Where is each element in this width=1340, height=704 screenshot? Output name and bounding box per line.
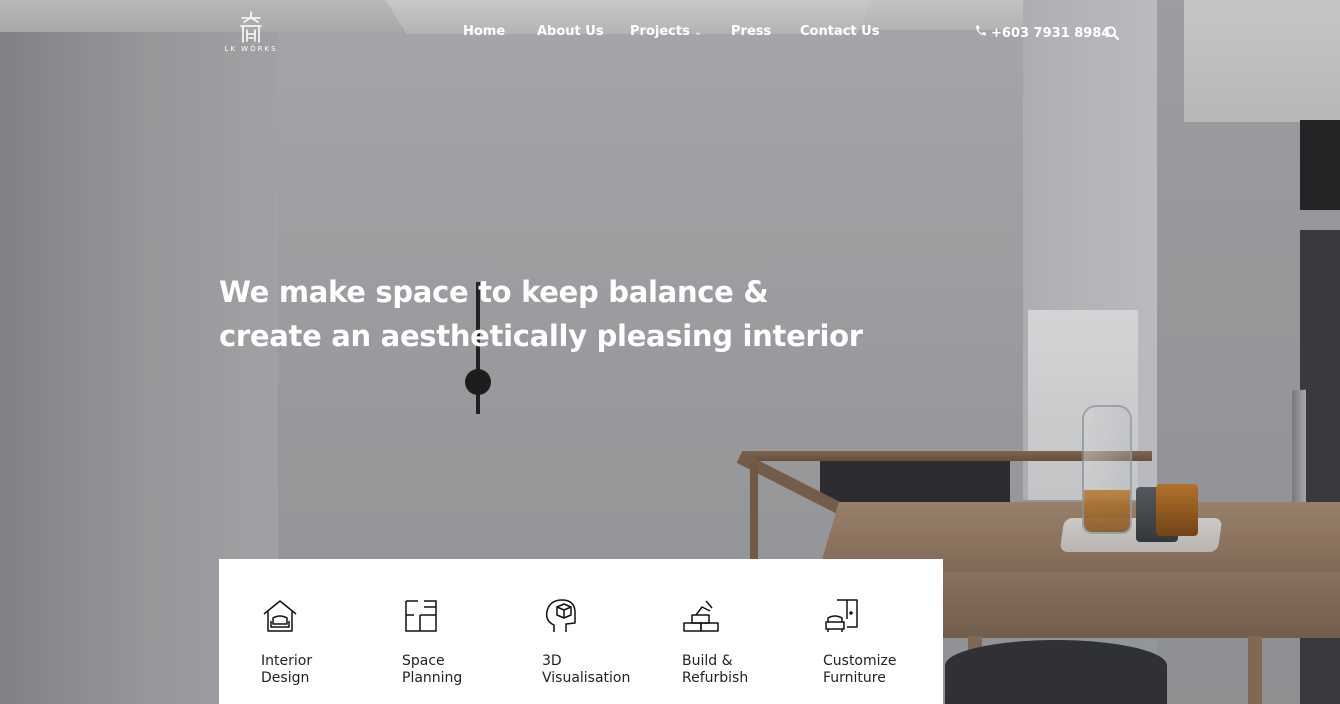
search-icon[interactable] bbox=[1104, 25, 1120, 41]
floorplan-icon bbox=[405, 600, 437, 632]
logo-mark-icon bbox=[240, 11, 262, 43]
service-line-2: Furniture bbox=[823, 670, 886, 686]
bricks-trowel-icon bbox=[683, 600, 719, 632]
nav-item-projects-label: Projects bbox=[630, 24, 690, 39]
nav-item-about-us[interactable]: About Us bbox=[537, 24, 604, 39]
logo-text: LK WÖRKS bbox=[224, 45, 278, 53]
service-line-1: Customize bbox=[823, 653, 897, 669]
nav-item-home[interactable]: Home bbox=[463, 24, 505, 39]
chevron-down-icon: ⌄ bbox=[693, 27, 703, 38]
house-sofa-icon bbox=[263, 600, 297, 632]
service-line-2: Refurbish bbox=[682, 670, 749, 686]
hero-line-2: create an aesthetically pleasing interio… bbox=[219, 319, 863, 353]
service-build-refurbish[interactable]: Build & Refurbish bbox=[682, 597, 802, 687]
service-space-planning[interactable]: Space Planning bbox=[402, 597, 522, 687]
service-line-1: Space bbox=[402, 653, 445, 669]
service-customize-furniture[interactable]: Customize Furniture bbox=[823, 597, 943, 687]
hero-heading: We make space to keep balance & create a… bbox=[219, 270, 863, 358]
service-line-2: Planning bbox=[402, 670, 463, 686]
hero-line-1: We make space to keep balance & bbox=[219, 275, 769, 309]
head-cube-icon bbox=[545, 599, 576, 632]
phone-link[interactable]: +603 7931 8984 bbox=[974, 24, 1110, 41]
nav-item-press[interactable]: Press bbox=[731, 24, 771, 39]
service-interior-design[interactable]: Interior Design bbox=[261, 597, 381, 687]
brand-logo[interactable]: LK WÖRKS bbox=[220, 10, 282, 62]
service-line-2: Design bbox=[261, 670, 310, 686]
phone-number: +603 7931 8984 bbox=[991, 26, 1111, 41]
services-card: Interior Design Space Planning 3D Visualisa… bbox=[219, 559, 943, 704]
service-line-1: Build & bbox=[682, 653, 733, 669]
service-3d-visualisation[interactable]: 3D Visualisation bbox=[542, 597, 662, 687]
nav-item-projects[interactable]: Projects ⌄ bbox=[630, 24, 702, 39]
phone-icon bbox=[976, 25, 986, 36]
service-line-2: Visualisation bbox=[542, 670, 631, 686]
service-line-1: 3D bbox=[542, 653, 562, 669]
service-line-1: Interior bbox=[261, 653, 313, 669]
nav-item-contact-us[interactable]: Contact Us bbox=[800, 24, 879, 39]
armchair-door-icon bbox=[825, 599, 858, 632]
